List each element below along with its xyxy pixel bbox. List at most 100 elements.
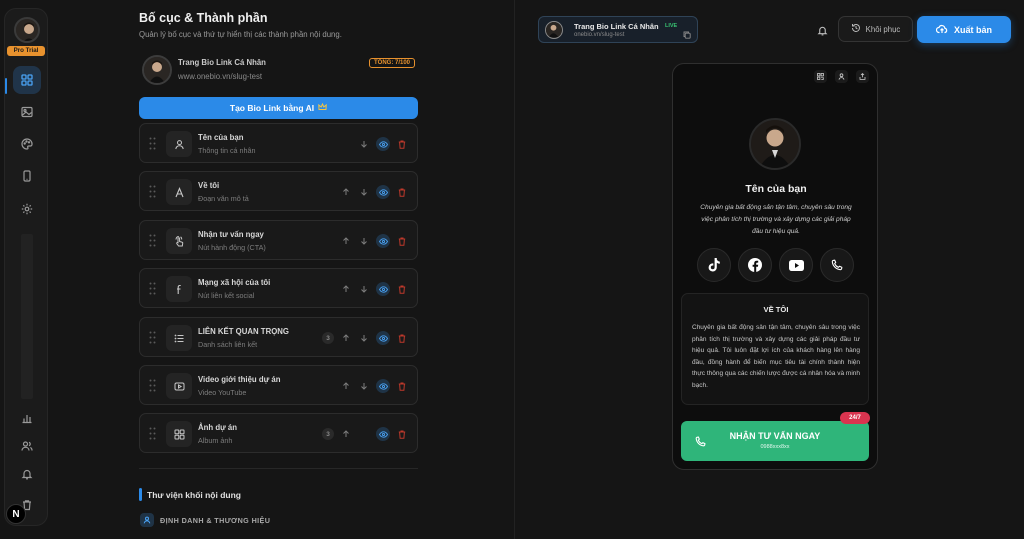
phone-preview: Tên của bạn Chuyên gia bất động sản tận … xyxy=(672,63,878,470)
visibility-eye-icon[interactable] xyxy=(376,379,390,393)
grid-icon xyxy=(166,421,192,447)
block-actions xyxy=(340,379,408,393)
item-count-badge: 3 xyxy=(322,428,334,440)
block-row[interactable]: Mạng xã hội của tôi Nút liên kết social xyxy=(139,268,418,308)
publish-button[interactable]: Xuất bản xyxy=(917,16,1011,43)
chart-icon[interactable] xyxy=(13,404,41,432)
move-down-icon[interactable] xyxy=(358,332,370,344)
move-up-icon[interactable] xyxy=(340,380,352,392)
drag-handle-icon[interactable] xyxy=(149,282,156,295)
about-title: VỀ TÔI xyxy=(763,305,789,314)
library-group[interactable]: ĐỊNH DANH & THƯƠNG HIỆU xyxy=(140,513,270,527)
drag-handle-icon[interactable] xyxy=(149,331,156,344)
site-name: Trang Bio Link Cá Nhân xyxy=(574,22,659,31)
app: Pro Trial N Bố cục & Thành phần Quản lý … xyxy=(0,0,1024,539)
settings-icon[interactable] xyxy=(13,195,41,223)
tiktok-icon[interactable] xyxy=(697,248,731,282)
youtube-icon[interactable] xyxy=(779,248,813,282)
active-indicator xyxy=(5,78,7,94)
move-up-icon[interactable] xyxy=(340,283,352,295)
ai-generate-button[interactable]: Tạo Bio Link bằng AI xyxy=(139,97,418,119)
block-subtitle: Nút liên kết social xyxy=(198,291,255,300)
person-icon[interactable] xyxy=(835,70,848,83)
cta-phone: 0988xxx8xx xyxy=(760,444,790,450)
profile-url: www.onebio.vn/slug-test xyxy=(178,72,263,81)
bell-icon[interactable] xyxy=(13,460,41,488)
block-row[interactable]: Ảnh dự án Album ảnh 3 xyxy=(139,413,418,453)
restore-button[interactable]: Khôi phục xyxy=(838,16,913,42)
total-badge: TỔNG: 7/100 xyxy=(368,58,415,68)
users-icon[interactable] xyxy=(13,432,41,460)
phone-icon[interactable] xyxy=(13,162,41,190)
move-down-icon[interactable] xyxy=(358,138,370,150)
move-up-icon[interactable] xyxy=(340,428,352,440)
block-actions xyxy=(340,282,408,296)
block-row[interactable]: LIÊN KẾT QUAN TRỌNG Danh sách liên kết 3 xyxy=(139,317,418,357)
qr-code-icon[interactable] xyxy=(814,70,827,83)
layout-icon[interactable] xyxy=(13,66,41,94)
facebook-icon xyxy=(166,276,192,302)
block-title: Mạng xã hội của tôi xyxy=(198,278,271,287)
divider xyxy=(139,468,418,469)
profile-summary: Trang Bio Link Cá Nhân www.onebio.vn/slu… xyxy=(139,53,418,87)
block-subtitle: Nút hành động (CTA) xyxy=(198,243,266,252)
visibility-eye-icon[interactable] xyxy=(376,427,390,441)
visibility-eye-icon[interactable] xyxy=(376,137,390,151)
preview-name: Tên của bạn xyxy=(745,183,807,195)
drag-handle-icon[interactable] xyxy=(149,185,156,198)
palette-icon[interactable] xyxy=(13,130,41,158)
preview-bio: Chuyên gia bất động sản tận tâm, chuyên … xyxy=(700,204,852,235)
site-chip[interactable]: Trang Bio Link Cá Nhân onebio.vn/slug-te… xyxy=(538,16,698,43)
page-title: Bố cục & Thành phần xyxy=(139,11,268,25)
move-down-icon[interactable] xyxy=(358,283,370,295)
delete-trash-icon[interactable] xyxy=(396,235,408,247)
delete-trash-icon[interactable] xyxy=(396,428,408,440)
drag-handle-icon[interactable] xyxy=(149,379,156,392)
visibility-eye-icon[interactable] xyxy=(376,234,390,248)
support-badge: 24/7 xyxy=(840,412,870,424)
block-row[interactable]: Về tôi Đoạn văn mô tả xyxy=(139,171,418,211)
block-title: Ảnh dự án xyxy=(198,423,237,432)
user-icon xyxy=(166,131,192,157)
visibility-eye-icon[interactable] xyxy=(376,185,390,199)
cta-button[interactable]: NHẬN TƯ VẤN NGAY 0988xxx8xx xyxy=(681,421,869,461)
phone-icon[interactable] xyxy=(820,248,854,282)
delete-trash-icon[interactable] xyxy=(396,380,408,392)
facebook-icon[interactable] xyxy=(738,248,772,282)
avatar[interactable] xyxy=(14,17,40,43)
sidebar-rail: Pro Trial xyxy=(4,8,48,526)
block-row[interactable]: Video giới thiệu dự án Video YouTube xyxy=(139,365,418,405)
drag-handle-icon[interactable] xyxy=(149,427,156,440)
block-subtitle: Album ảnh xyxy=(198,436,233,445)
block-row[interactable]: Nhận tư vấn ngay Nút hành động (CTA) xyxy=(139,220,418,260)
copy-icon[interactable] xyxy=(683,26,691,44)
drag-handle-icon[interactable] xyxy=(149,137,156,150)
move-down-icon[interactable] xyxy=(358,186,370,198)
panel-divider xyxy=(514,0,515,539)
text-icon xyxy=(166,179,192,205)
move-down-icon[interactable] xyxy=(358,235,370,247)
block-subtitle: Thông tin cá nhân xyxy=(198,146,256,155)
move-up-icon[interactable] xyxy=(340,332,352,344)
site-avatar xyxy=(545,21,563,39)
delete-trash-icon[interactable] xyxy=(396,138,408,150)
drag-handle-icon[interactable] xyxy=(149,234,156,247)
rail-scrollbar[interactable] xyxy=(21,234,33,399)
move-up-icon[interactable] xyxy=(340,186,352,198)
image-icon[interactable] xyxy=(13,98,41,126)
delete-trash-icon[interactable] xyxy=(396,332,408,344)
block-actions xyxy=(340,185,408,199)
move-down-icon[interactable] xyxy=(358,380,370,392)
about-body: Chuyên gia bất động sản tận tâm, chuyên … xyxy=(692,324,860,389)
visibility-eye-icon[interactable] xyxy=(376,282,390,296)
delete-trash-icon[interactable] xyxy=(396,283,408,295)
move-up-icon[interactable] xyxy=(340,235,352,247)
phone-icon xyxy=(695,434,706,452)
delete-trash-icon[interactable] xyxy=(396,186,408,198)
block-row[interactable]: Tên của bạn Thông tin cá nhân xyxy=(139,123,418,163)
share-icon[interactable] xyxy=(856,70,869,83)
notification-bell-icon[interactable] xyxy=(817,23,828,41)
block-subtitle: Video YouTube xyxy=(198,388,247,397)
cta-title: NHẬN TƯ VẤN NGAY xyxy=(729,431,821,441)
visibility-eye-icon[interactable] xyxy=(376,331,390,345)
